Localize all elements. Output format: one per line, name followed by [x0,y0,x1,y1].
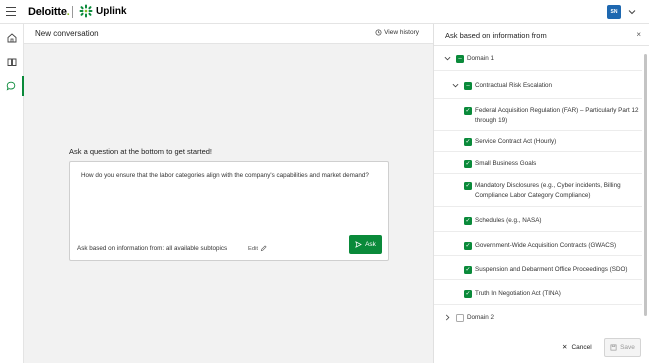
item-label: Federal Acquisition Regulation (FAR) – P… [475,107,639,124]
top-bar: Deloitte. Uplink SN [0,0,649,24]
tree-item[interactable]: ✓ Service Contract Act (Hourly) [434,131,642,152]
item-label: Suspension and Debarment Office Proceedi… [475,266,628,273]
deloitte-logo: Deloitte. [28,6,70,18]
tree-item[interactable]: ✓ Truth In Negotiation Act (TINA) [434,280,642,305]
save-label: Save [620,344,635,351]
item-label: Mandatory Disclosures (e.g., Cyber incid… [475,182,621,199]
tree-row-domain-1[interactable]: – Domain 1 [434,46,642,71]
ask-button[interactable]: Ask [349,235,382,254]
close-icon[interactable]: × [636,30,641,39]
nav-library[interactable] [0,52,24,72]
item-label: Small Business Goals [475,160,537,167]
item-label: Truth In Negotiation Act (TINA) [475,290,561,297]
domain-2-checkbox[interactable] [456,314,464,322]
panel-title: Ask based on information from [445,31,547,40]
send-icon [355,241,362,248]
scrollbar-thumb[interactable] [644,54,647,316]
chevron-down-icon[interactable] [452,82,459,89]
item-checkbox[interactable]: ✓ [464,217,472,225]
tree-item[interactable]: ✓ Schedules (e.g., NASA) [434,207,642,232]
question-composer: How do you ensure that the labor categor… [69,161,389,261]
uplink-logo-icon [79,4,93,18]
save-button[interactable]: Save [604,338,641,357]
subtopic-tree: – Domain 1 – Contractual Risk Escalation… [434,46,642,333]
item-checkbox[interactable]: ✓ [464,138,472,146]
ask-based-on-text: Ask based on information from: all avail… [77,245,228,252]
save-icon [610,344,617,351]
nav-home[interactable] [0,28,24,48]
panel-scrollbar[interactable] [643,46,648,333]
view-history-label: View history [384,29,419,36]
domain-1-label: Domain 1 [467,55,494,62]
item-checkbox[interactable]: ✓ [464,160,472,168]
book-icon [7,58,17,66]
subtopic-selection-panel: Ask based on information from × – Domain… [433,24,649,363]
page-title: New conversation [35,29,99,38]
brand-dot: . [66,6,70,18]
hamburger-menu-icon[interactable] [6,7,16,16]
tree-item[interactable]: ✓ Suspension and Debarment Office Procee… [434,256,642,280]
item-checkbox[interactable]: ✓ [464,242,472,250]
pencil-icon [260,245,267,252]
edit-label: Edit [248,245,258,252]
nav-chat[interactable] [0,76,24,96]
cancel-label: Cancel [571,343,592,351]
chevron-down-icon[interactable] [628,8,636,16]
view-history-button[interactable]: View history [375,29,419,36]
chevron-right-icon[interactable] [444,314,451,321]
item-checkbox[interactable]: ✓ [464,182,472,190]
tree-row-domain-2[interactable]: Domain 2 [434,305,642,329]
conversation-area: New conversation View history Ask a ques… [24,24,433,363]
contractual-risk-label: Contractual Risk Escalation [475,82,552,89]
question-input[interactable]: How do you ensure that the labor categor… [81,171,376,181]
ask-button-label: Ask [365,241,376,248]
tree-item[interactable]: ✓ Small Business Goals [434,152,642,174]
brand-name: Deloitte [28,6,67,18]
chevron-down-icon[interactable] [444,55,451,62]
left-nav-rail [0,24,24,363]
brand-divider [72,6,73,18]
user-avatar[interactable]: SN [607,5,621,19]
panel-footer: ✕ Cancel Save [434,333,649,363]
panel-header: Ask based on information from × [434,24,649,46]
tree-item[interactable]: ✓ Mandatory Disclosures (e.g., Cyber inc… [434,174,642,207]
edit-subtopics-link[interactable]: Edit [248,245,267,252]
chat-icon [6,81,16,91]
item-label: Government-Wide Acquisition Contracts (G… [475,242,617,249]
cancel-button[interactable]: ✕ Cancel [562,343,592,352]
tree-item[interactable]: ✓ Federal Acquisition Regulation (FAR) –… [434,99,642,131]
item-label: Service Contract Act (Hourly) [475,138,557,145]
home-icon [7,33,17,43]
item-checkbox[interactable]: ✓ [464,107,472,115]
contractual-risk-checkbox[interactable]: – [464,82,472,90]
conversation-header: New conversation View history [24,24,433,44]
domain-1-checkbox[interactable]: – [456,55,464,63]
domain-2-label: Domain 2 [467,314,494,321]
product-name: Uplink [96,6,127,17]
item-checkbox[interactable]: ✓ [464,266,472,274]
item-label: Schedules (e.g., NASA) [475,217,542,224]
history-icon [375,29,382,36]
close-icon: ✕ [562,344,568,351]
tree-item[interactable]: ✓ Government-Wide Acquisition Contracts … [434,232,642,256]
empty-state-prompt: Ask a question at the bottom to get star… [69,147,213,156]
item-checkbox[interactable]: ✓ [464,290,472,298]
tree-row-contractual-risk[interactable]: – Contractual Risk Escalation [434,71,642,99]
